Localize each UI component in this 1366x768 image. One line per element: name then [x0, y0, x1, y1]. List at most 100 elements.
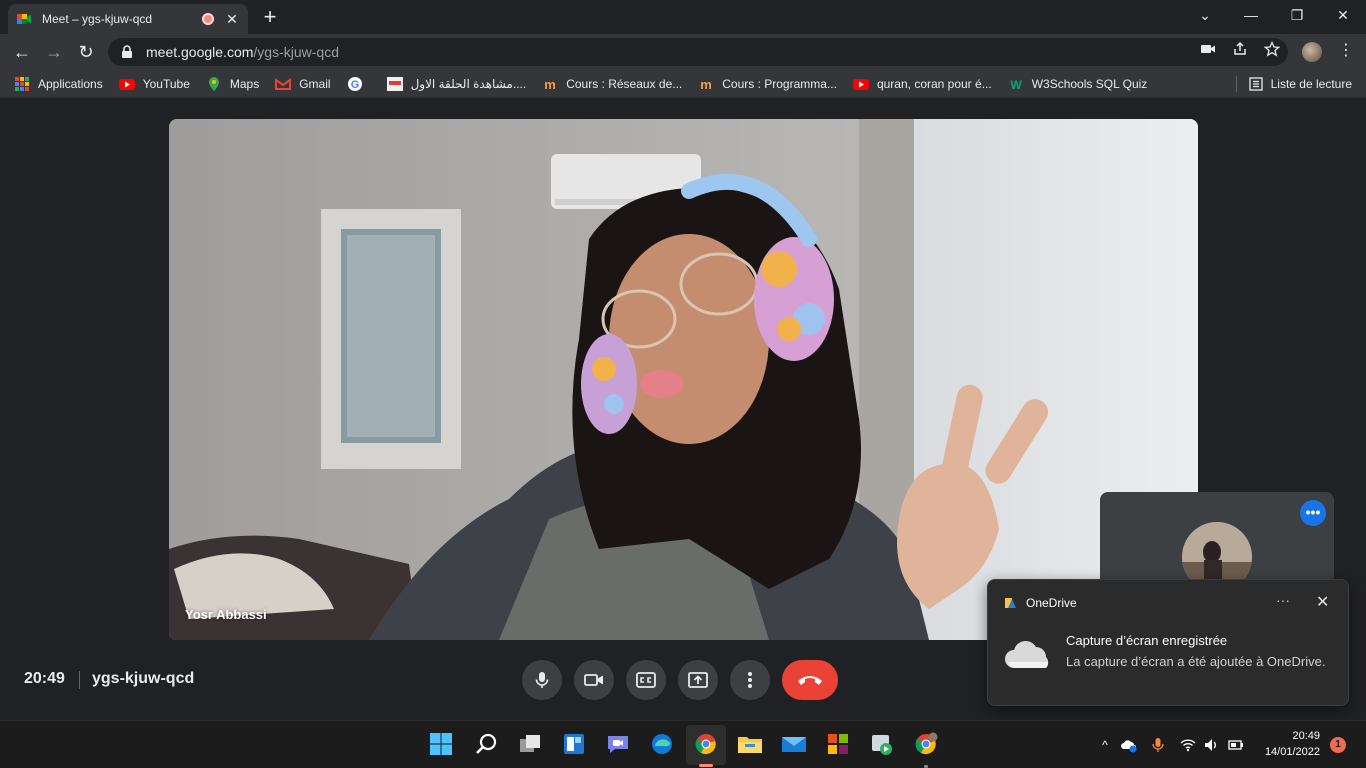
mail-icon: [782, 737, 806, 752]
url-path: /ygs-kjuw-qcd: [253, 44, 339, 60]
profile-avatar[interactable]: [1302, 42, 1322, 62]
youtube-icon: [118, 78, 135, 90]
notification-title: Capture d’écran enregistrée: [1066, 633, 1228, 648]
more-vert-icon: [748, 672, 752, 688]
participant-video-frame: [169, 119, 1198, 640]
tab-close-icon[interactable]: ✕: [224, 11, 240, 28]
maps-pin-icon: [208, 76, 219, 91]
restore-button[interactable]: ❐: [1274, 4, 1320, 28]
bookmark-google[interactable]: G: [347, 76, 371, 92]
start-icon: [430, 733, 452, 755]
svg-text:G: G: [350, 79, 359, 91]
clock-time[interactable]: 20:49: [1288, 730, 1320, 742]
active-app-indicator: [699, 764, 713, 767]
microphone-in-use-icon[interactable]: [1150, 737, 1166, 753]
share-icon[interactable]: [1232, 41, 1248, 57]
minimize-button[interactable]: —: [1228, 4, 1274, 28]
bookmark-label: Cours : Programma...: [722, 76, 837, 91]
microphone-button[interactable]: [522, 660, 562, 700]
widgets-button[interactable]: [561, 731, 587, 757]
address-bar[interactable]: meet.google.com/ygs-kjuw-qcd: [108, 38, 1288, 66]
hangup-icon: [798, 676, 822, 685]
bookmark-label: quran, coran pour é...: [876, 76, 992, 91]
bookmark-maps[interactable]: Maps: [206, 76, 259, 92]
svg-text:m: m: [544, 77, 556, 92]
bookmark-star-icon[interactable]: [1264, 41, 1280, 57]
reload-button[interactable]: ↻: [74, 40, 98, 64]
camera-button[interactable]: [574, 660, 614, 700]
camera-in-use-icon[interactable]: [1200, 41, 1216, 57]
back-button[interactable]: ←: [10, 40, 34, 64]
bookmark-w3schools[interactable]: W W3Schools SQL Quiz: [1008, 76, 1147, 92]
onedrive-app-icon: [1005, 598, 1016, 608]
bookmark-applications[interactable]: Applications: [14, 76, 103, 92]
bookmark-label: Maps: [229, 76, 260, 91]
youtube-icon: [852, 78, 869, 90]
participant-video-tile[interactable]: Yosr Abbassi: [169, 119, 1198, 640]
teams-chat-button[interactable]: [605, 731, 631, 757]
captions-button[interactable]: [626, 660, 666, 700]
forward-button[interactable]: →: [42, 40, 66, 64]
widgets-icon: [564, 734, 584, 754]
notification-more-button[interactable]: ···: [1276, 592, 1290, 608]
tab-meet[interactable]: Meet – ygs-kjuw-qcd ✕: [8, 4, 248, 34]
tray-overflow-button[interactable]: ^: [1097, 737, 1113, 753]
mic-icon: [535, 672, 549, 688]
volume-icon[interactable]: [1203, 737, 1219, 753]
onedrive-notification[interactable]: OneDrive ··· ✕ Capture d’écran enregistr…: [987, 579, 1349, 706]
url-host: meet.google.com: [146, 44, 254, 60]
file-explorer-icon: [738, 737, 762, 753]
edge-button[interactable]: [649, 731, 675, 757]
browser-titlebar: Meet – ygs-kjuw-qcd ✕ + ⌄ — ❐ ✕: [0, 0, 1366, 34]
notification-count-badge[interactable]: 1: [1330, 737, 1346, 753]
svg-text:m: m: [700, 77, 712, 92]
bookmarks-bar: Applications YouTube Maps Gmail G مشاهدة…: [0, 70, 1366, 98]
chrome-menu-button[interactable]: ⋮: [1338, 40, 1354, 62]
gmail-icon: [275, 77, 292, 90]
meet-favicon-icon: [17, 14, 31, 24]
notification-app-name: OneDrive: [1026, 596, 1077, 610]
present-button[interactable]: [678, 660, 718, 700]
more-options-button[interactable]: [730, 660, 770, 700]
cloud-icon: [1005, 641, 1049, 668]
bookmark-arabic-episode[interactable]: مشاهدة الحلقة الاول....: [386, 76, 526, 92]
reading-list-button[interactable]: Liste de lecture: [1235, 76, 1352, 92]
battery-icon[interactable]: [1228, 737, 1244, 753]
taskbar-search-button[interactable]: [473, 731, 499, 757]
media-player-button[interactable]: [869, 731, 895, 757]
file-explorer-button[interactable]: [737, 731, 763, 757]
bookmark-cours-programmation[interactable]: m Cours : Programma...: [698, 76, 837, 92]
mail-button[interactable]: [781, 731, 807, 757]
bookmark-label: YouTube: [142, 76, 190, 91]
lock-icon[interactable]: [120, 45, 134, 59]
tab-title: Meet – ygs-kjuw-qcd: [42, 12, 153, 26]
bookmark-quran[interactable]: quran, coran pour é...: [852, 76, 992, 92]
google-icon: G: [347, 76, 362, 91]
office-button[interactable]: [825, 731, 851, 757]
notification-close-button[interactable]: ✕: [1316, 592, 1329, 612]
clock-date[interactable]: 14/01/2022: [1260, 746, 1320, 758]
task-view-button[interactable]: [517, 731, 543, 757]
apps-grid-icon: [15, 76, 29, 91]
bookmark-youtube[interactable]: YouTube: [118, 76, 190, 92]
recording-indicator-icon: [202, 13, 214, 25]
end-call-button[interactable]: [782, 660, 838, 700]
self-view-more-button[interactable]: •••: [1300, 500, 1326, 526]
reading-list-icon: [1248, 77, 1263, 91]
tab-search-button[interactable]: ⌄: [1182, 4, 1228, 28]
wifi-icon[interactable]: [1180, 737, 1196, 753]
start-button[interactable]: [428, 731, 454, 757]
present-icon: [688, 672, 708, 688]
bookmark-cours-reseaux[interactable]: m Cours : Réseaux de...: [542, 76, 682, 92]
chrome-profile-button[interactable]: [913, 731, 939, 757]
new-tab-button[interactable]: +: [258, 6, 282, 30]
meeting-code: ygs-kjuw-qcd: [92, 670, 195, 687]
camera-icon: [584, 674, 603, 686]
chrome-button[interactable]: [693, 731, 719, 757]
bookmark-label: Cours : Réseaux de...: [566, 76, 683, 91]
bookmark-gmail[interactable]: Gmail: [275, 76, 331, 92]
divider: [79, 671, 80, 689]
close-window-button[interactable]: ✕: [1320, 4, 1366, 28]
onedrive-tray-icon[interactable]: [1121, 737, 1137, 753]
bookmark-label: Gmail: [299, 76, 331, 91]
